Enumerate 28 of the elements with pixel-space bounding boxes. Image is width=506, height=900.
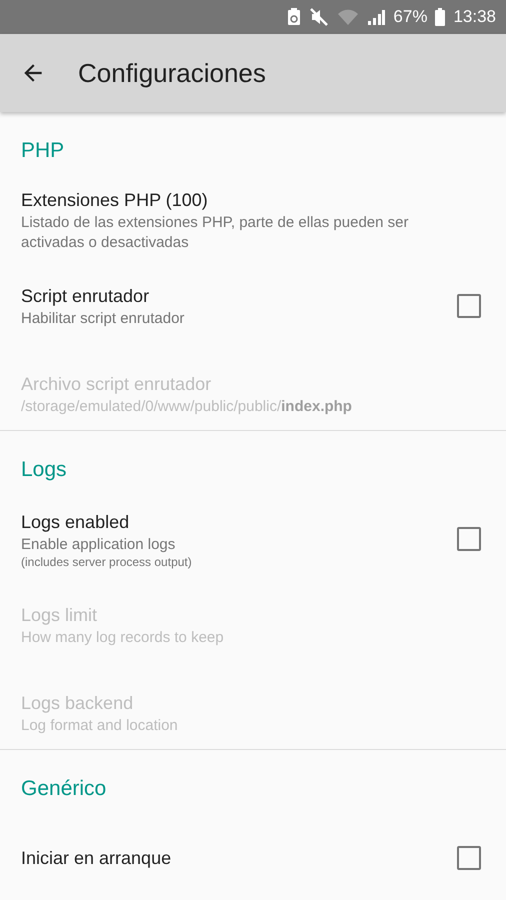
checkbox[interactable] [457,846,481,870]
preference-summary: How many log records to keep [21,628,225,648]
preference-title: Logs limit [21,604,98,627]
section-header: Genérico [20,776,108,802]
signal-icon [367,8,386,26]
preference-note: (includes server process output) [21,555,193,569]
wifi-icon [337,8,360,26]
preference-title: Archivo script enrutador [21,373,212,396]
preference-summary: Habilitar script enrutador [21,309,186,329]
preference-title[interactable]: Script enrutador [21,283,427,309]
preference-summary: Listado de las extensiones PHP, parte de ellas pueden ser activadas o desactivadas [21,213,410,253]
section-header: PHP [20,138,66,164]
preference-summary: Enable application logs [21,535,176,555]
battery-saver-icon [287,8,302,26]
preference-title[interactable]: Iniciar en arranque [21,845,427,871]
preference-summary: Log format and location [21,716,179,736]
section-header: Logs [20,457,68,483]
checkbox[interactable] [457,294,481,318]
clock: 13:38 [453,6,496,28]
mute-icon [309,8,330,26]
preference-title[interactable]: Extensiones PHP (100) [21,187,455,213]
preference-summary: /storage/emulated/0/www/public/public/index.php [21,397,353,417]
battery-icon [435,8,446,26]
preference-title: Logs backend [21,692,134,715]
checkbox[interactable] [457,527,481,551]
screen-title: Configuraciones [78,56,266,90]
battery-percent: 67% [393,6,428,28]
preference-title[interactable]: Logs enabled [21,509,427,535]
